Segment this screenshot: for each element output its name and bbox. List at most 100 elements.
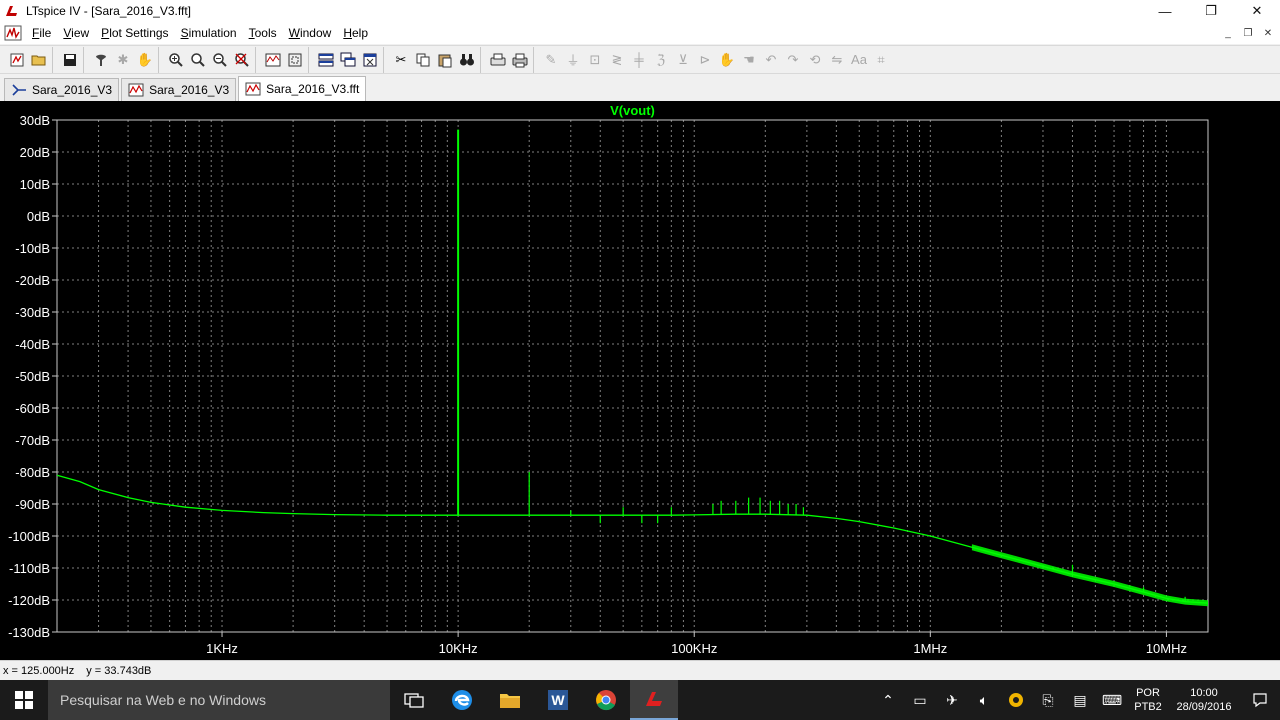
resistor-icon[interactable]: ≷ <box>606 49 628 71</box>
tab-schematic[interactable]: Sara_2016_V3 <box>4 78 120 101</box>
keyboard-icon[interactable]: ⌨ <box>1096 680 1128 720</box>
capacitor-icon[interactable]: ╪ <box>628 49 650 71</box>
document-icon[interactable] <box>4 25 22 41</box>
clock[interactable]: 10:00 28/09/2016 <box>1168 686 1240 714</box>
y-tick-label: 0dB <box>27 209 50 224</box>
zoom-fit-icon[interactable] <box>187 49 209 71</box>
document-tabs: Sara_2016_V3 Sara_2016_V3 Sara_2016_V3.f… <box>0 75 1280 101</box>
close-button[interactable]: ✕ <box>1234 0 1280 22</box>
close-all-icon[interactable] <box>359 49 381 71</box>
y-tick-label: -60dB <box>15 401 50 416</box>
print-icon[interactable] <box>509 49 531 71</box>
menu-window[interactable]: Window <box>283 22 338 44</box>
chevron-up-icon[interactable]: ⌃ <box>872 680 904 720</box>
inductor-icon[interactable]: ℨ <box>650 49 672 71</box>
diode-icon[interactable]: ⊻ <box>672 49 694 71</box>
open-folder-icon[interactable] <box>28 49 50 71</box>
draw-wire-icon[interactable]: ✎ <box>540 49 562 71</box>
toolbar-group-window <box>313 46 384 73</box>
chart-title: V(vout) <box>610 103 655 118</box>
control-panel-icon[interactable] <box>90 49 112 71</box>
autorange-icon[interactable] <box>262 49 284 71</box>
tab-fft[interactable]: Sara_2016_V3.fft <box>238 76 367 101</box>
tile-horizontal-icon[interactable] <box>315 49 337 71</box>
move-hand-icon[interactable]: ✋ <box>716 49 738 71</box>
edge-browser-icon[interactable] <box>438 680 486 720</box>
ltspice-logo-icon <box>4 4 20 18</box>
paste-icon[interactable] <box>434 49 456 71</box>
component-icon[interactable]: ⊳ <box>694 49 716 71</box>
zoom-out-icon[interactable] <box>209 49 231 71</box>
action-center-icon[interactable] <box>1240 680 1280 720</box>
redo-icon[interactable]: ↷ <box>782 49 804 71</box>
task-view-icon[interactable] <box>390 680 438 720</box>
battery-icon[interactable]: ▭ <box>904 680 936 720</box>
norton-icon[interactable] <box>1000 680 1032 720</box>
cursor-y-readout: y = 33.743dB <box>86 664 152 677</box>
x-tick-label: 1MHz <box>913 641 947 656</box>
drag-hand-icon[interactable]: ☚ <box>738 49 760 71</box>
mirror-icon[interactable]: ⇋ <box>826 49 848 71</box>
tab-waveform[interactable]: Sara_2016_V3 <box>121 78 237 101</box>
language-indicator[interactable]: POR PTB2 <box>1128 686 1168 714</box>
taskbar-search-box[interactable]: Pesquisar na Web e no Windows <box>48 680 390 720</box>
doc-close-button[interactable]: ✕ <box>1258 24 1278 42</box>
fit-plot-icon[interactable] <box>284 49 306 71</box>
y-tick-label: -100dB <box>8 529 50 544</box>
y-tick-label: -90dB <box>15 497 50 512</box>
find-binoculars-icon[interactable] <box>456 49 478 71</box>
text-icon[interactable]: Aa <box>848 49 870 71</box>
chrome-icon[interactable] <box>582 680 630 720</box>
ground-icon[interactable]: ⏚ <box>562 49 584 71</box>
toolbar-group-schematic-tools: ✎ ⏚ ⊡ ≷ ╪ ℨ ⊻ ⊳ ✋ ☚ ↶ ↷ ⟲ ⇋ Aa ⌗ <box>538 47 894 73</box>
run-icon[interactable]: ✱ <box>112 49 134 71</box>
ltspice-taskbar-icon[interactable] <box>630 680 678 720</box>
minimize-button[interactable]: — <box>1142 0 1188 22</box>
x-tick-label: 10MHz <box>1146 641 1187 656</box>
label-net-icon[interactable]: ⊡ <box>584 49 606 71</box>
cascade-icon[interactable] <box>337 49 359 71</box>
y-tick-label: -40dB <box>15 337 50 352</box>
y-tick-label: 20dB <box>20 145 50 160</box>
network-icon[interactable]: ✈ <box>936 680 968 720</box>
undo-icon[interactable]: ↶ <box>760 49 782 71</box>
word-icon[interactable]: W <box>534 680 582 720</box>
tab-label: Sara_2016_V3 <box>149 83 230 97</box>
new-schematic-icon[interactable] <box>6 49 28 71</box>
copy-icon[interactable] <box>412 49 434 71</box>
rotate-icon[interactable]: ⟲ <box>804 49 826 71</box>
y-tick-label: -50dB <box>15 369 50 384</box>
menu-simulation[interactable]: Simulation <box>175 22 243 44</box>
spice-directive-icon[interactable]: ⌗ <box>870 49 892 71</box>
volume-icon[interactable]: 🔈︎ <box>968 680 1000 720</box>
tab-label: Sara_2016_V3 <box>32 83 113 97</box>
zoom-cancel-icon[interactable] <box>231 49 253 71</box>
fft-plot[interactable]: 30dB 20dB 10dB 0dB -10dB -20dB -30dB -40dB -50dB… <box>0 101 1280 660</box>
plot-pane[interactable]: 30dB 20dB 10dB 0dB -10dB -20dB -30dB -40dB -50dB… <box>0 101 1280 660</box>
zoom-in-icon[interactable] <box>165 49 187 71</box>
menu-view[interactable]: View <box>57 22 95 44</box>
x-tick-label: 100KHz <box>671 641 717 656</box>
message-icon[interactable]: ▤ <box>1064 680 1096 720</box>
file-explorer-icon[interactable] <box>486 680 534 720</box>
doc-minimize-button[interactable]: _ <box>1218 24 1238 42</box>
usb-device-icon[interactable]: ⎘ <box>1032 680 1064 720</box>
maximize-button[interactable]: ❐ <box>1188 0 1234 22</box>
menu-help[interactable]: Help <box>337 22 374 44</box>
trace-line <box>56 474 1209 604</box>
menu-file[interactable]: File <box>26 22 57 44</box>
doc-restore-button[interactable]: ❐ <box>1238 24 1258 42</box>
menu-bar: File View Plot Settings Simulation Tools… <box>0 22 1280 44</box>
waveform-icon <box>128 83 144 97</box>
y-tick-label: 30dB <box>20 113 50 128</box>
search-placeholder: Pesquisar na Web e no Windows <box>60 692 266 708</box>
windows-start-icon[interactable] <box>0 680 48 720</box>
menu-tools[interactable]: Tools <box>243 22 283 44</box>
cut-icon[interactable]: ✂ <box>390 49 412 71</box>
save-icon[interactable] <box>59 49 81 71</box>
menu-plot-settings[interactable]: Plot Settings <box>95 22 174 44</box>
cursor-x-readout: x = 125.000Hz <box>3 664 75 677</box>
print-setup-icon[interactable] <box>487 49 509 71</box>
y-tick-label: -20dB <box>15 273 50 288</box>
halt-hand-icon[interactable]: ✋ <box>134 49 156 71</box>
